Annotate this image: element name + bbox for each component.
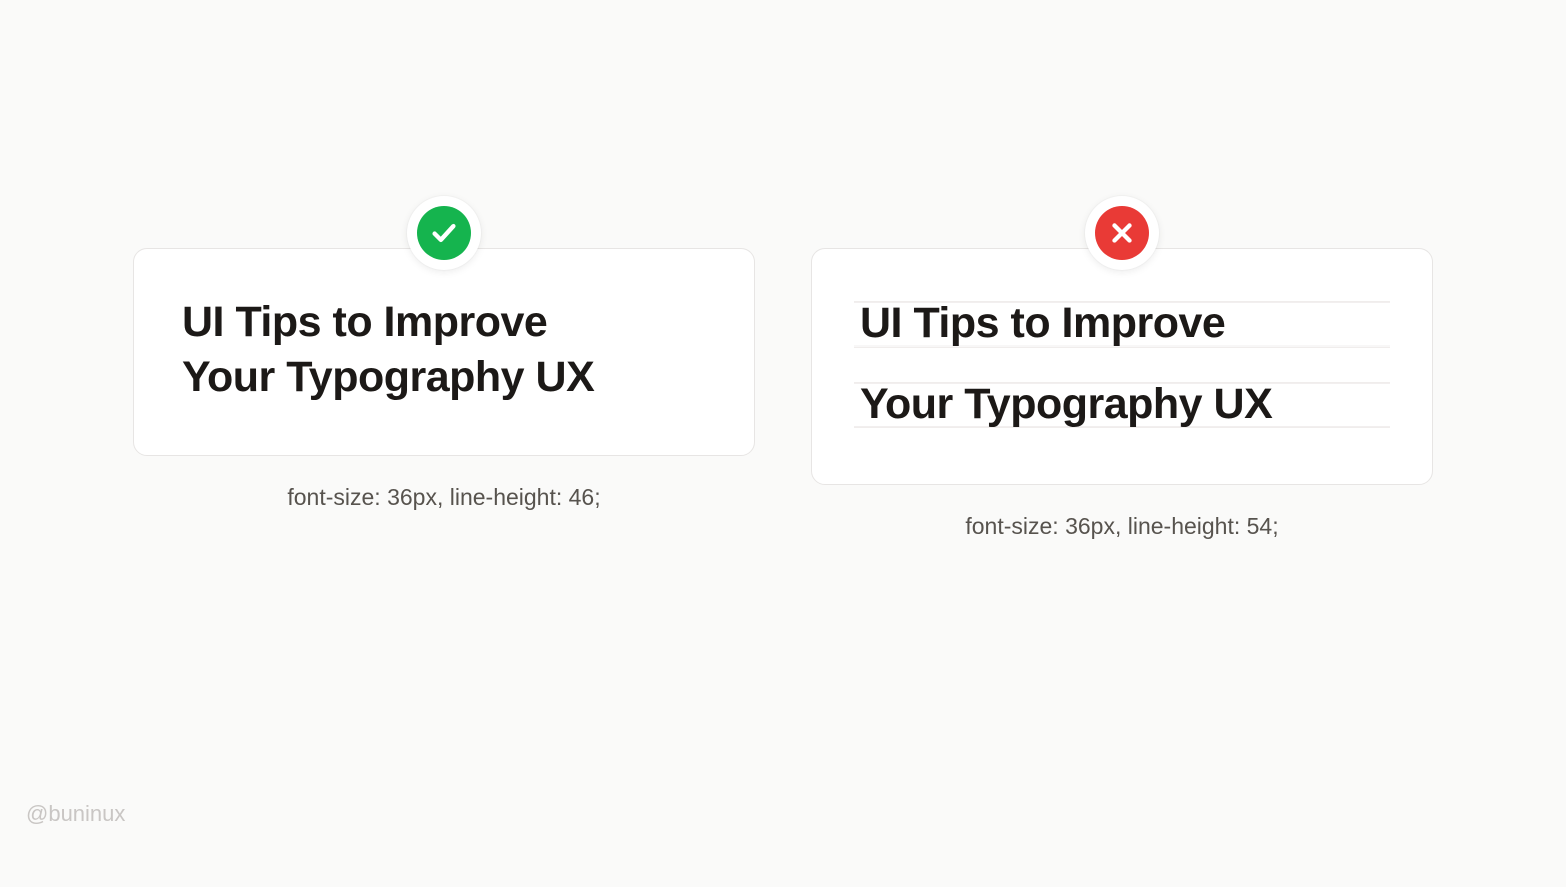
good-heading-line1: UI Tips to Improve — [182, 298, 547, 346]
bad-caption: font-size: 36px, line-height: 54; — [965, 513, 1278, 540]
good-heading: UI Tips to Improve Your Typography UX — [182, 295, 706, 405]
good-caption: font-size: 36px, line-height: 46; — [287, 484, 600, 511]
bad-example: UI Tips to Improve Your Typography UX fo… — [811, 196, 1433, 540]
comparison-container: UI Tips to Improve Your Typography UX fo… — [0, 0, 1566, 540]
bad-heading-line1: UI Tips to Improve — [860, 289, 1384, 358]
check-badge — [407, 196, 481, 270]
good-example: UI Tips to Improve Your Typography UX fo… — [133, 196, 755, 511]
cross-icon — [1107, 218, 1137, 248]
credit-handle: @buninux — [26, 801, 125, 827]
good-card: UI Tips to Improve Your Typography UX — [133, 248, 755, 456]
bad-heading-line2: Your Typography UX — [860, 370, 1384, 439]
good-heading-line2: Your Typography UX — [182, 353, 594, 401]
check-icon — [429, 218, 459, 248]
bad-card: UI Tips to Improve Your Typography UX — [811, 248, 1433, 485]
bad-heading: UI Tips to Improve Your Typography UX — [860, 289, 1384, 438]
cross-badge — [1085, 196, 1159, 270]
